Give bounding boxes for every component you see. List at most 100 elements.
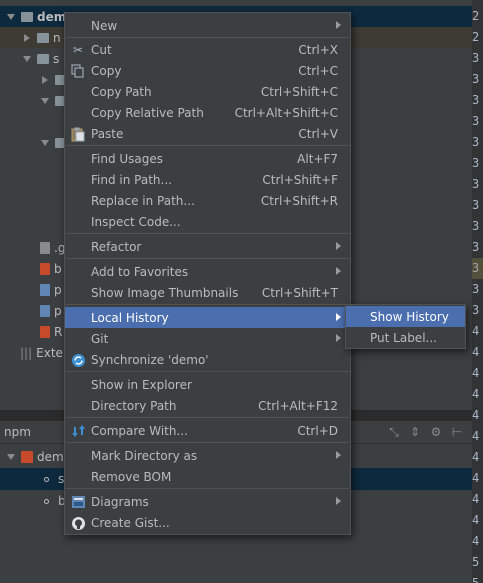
line-number: 3 bbox=[472, 51, 480, 65]
line-number: 5 bbox=[472, 576, 480, 583]
folder-icon bbox=[21, 11, 33, 22]
menu-item-shortcut: Ctrl+C bbox=[298, 63, 338, 78]
menu-item-label: Mark Directory as bbox=[91, 448, 198, 463]
menu-item-new[interactable]: New bbox=[65, 15, 350, 36]
menu-item-show-image-thumbnails[interactable]: Show Image Thumbnails Ctrl+Shift+T bbox=[65, 282, 350, 303]
collapse-arrow-icon[interactable] bbox=[22, 33, 32, 43]
submenu-arrow-icon bbox=[336, 313, 341, 321]
menu-separator bbox=[66, 258, 349, 259]
menu-item-inspect-code[interactable]: Inspect Code... bbox=[65, 211, 350, 232]
file-label: R bbox=[54, 324, 63, 339]
line-number: 4 bbox=[472, 429, 480, 443]
expand-arrow-icon[interactable] bbox=[6, 12, 16, 22]
npm-root-label: dem bbox=[37, 450, 64, 464]
submenu-arrow-icon bbox=[336, 21, 341, 29]
menu-item-label: Show in Explorer bbox=[91, 377, 192, 392]
menu-item-label: Create Gist... bbox=[91, 515, 170, 530]
menu-item-cut[interactable]: ✂ Cut Ctrl+X bbox=[65, 39, 350, 60]
menu-item-label: New bbox=[91, 18, 118, 33]
menu-item-label: Synchronize 'demo' bbox=[91, 352, 209, 367]
hide-icon[interactable]: ⊢ bbox=[450, 425, 464, 440]
expand-all-icon[interactable]: ⇕ bbox=[408, 425, 422, 440]
file-label: b bbox=[54, 261, 62, 276]
line-number: 3 bbox=[472, 93, 480, 107]
line-number: 4 bbox=[472, 408, 480, 422]
file-icon bbox=[40, 241, 50, 254]
line-number: 2 bbox=[472, 30, 480, 44]
local-history-submenu: Show History Put Label... bbox=[345, 304, 466, 349]
menu-separator bbox=[66, 442, 349, 443]
menu-item-show-in-explorer[interactable]: Show in Explorer bbox=[65, 374, 350, 395]
collapse-arrow-icon[interactable] bbox=[40, 75, 50, 85]
menu-item-copy[interactable]: Copy Ctrl+C bbox=[65, 60, 350, 81]
diagram-icon bbox=[70, 494, 86, 510]
menu-item-replace-in-path[interactable]: Replace in Path... Ctrl+Shift+R bbox=[65, 190, 350, 211]
context-menu: New ✂ Cut Ctrl+X Copy Ctrl+C Copy Path C… bbox=[64, 12, 351, 535]
menu-item-label: Find in Path... bbox=[91, 172, 172, 187]
tree-root-label: dem bbox=[37, 9, 67, 24]
menu-separator bbox=[66, 417, 349, 418]
menu-separator bbox=[66, 145, 349, 146]
line-number: 3 bbox=[472, 177, 480, 191]
line-number: 5 bbox=[472, 555, 480, 569]
menu-item-copy-path[interactable]: Copy Path Ctrl+Shift+C bbox=[65, 81, 350, 102]
file-icon bbox=[40, 325, 50, 338]
menu-separator bbox=[66, 304, 349, 305]
menu-item-git[interactable]: Git bbox=[65, 328, 350, 349]
menu-item-show-history[interactable]: Show History bbox=[346, 306, 465, 327]
tree-item-label: n bbox=[53, 30, 61, 45]
menu-item-refactor[interactable]: Refactor bbox=[65, 236, 350, 257]
menu-item-put-label[interactable]: Put Label... bbox=[346, 327, 465, 348]
expand-arrow-icon[interactable] bbox=[40, 96, 50, 106]
line-number: 3 bbox=[472, 72, 480, 86]
gear-icon[interactable]: ⚙ bbox=[429, 425, 443, 440]
json-file-icon bbox=[40, 304, 50, 317]
menu-item-label: Compare With... bbox=[91, 423, 188, 438]
menu-item-label: Copy Path bbox=[91, 84, 152, 99]
folder-icon bbox=[37, 32, 49, 43]
menu-item-label: Paste bbox=[91, 126, 124, 141]
editor-gutter: 2 2 3 3 3 3 3 3 3 3 3 3 3 3 3 4 4 4 4 4 4 4 4 4 4 4 5 5 bbox=[472, 0, 483, 583]
menu-item-label: Copy Relative Path bbox=[91, 105, 204, 120]
line-number: 4 bbox=[472, 366, 480, 380]
file-label: p bbox=[54, 282, 62, 297]
expand-arrow-icon[interactable] bbox=[6, 452, 16, 462]
menu-item-remove-bom[interactable]: Remove BOM bbox=[65, 466, 350, 487]
line-number: 4 bbox=[472, 324, 480, 338]
menu-item-shortcut: Ctrl+D bbox=[297, 423, 338, 438]
menu-item-synchronize[interactable]: Synchronize 'demo' bbox=[65, 349, 350, 370]
menu-item-find-usages[interactable]: Find Usages Alt+F7 bbox=[65, 148, 350, 169]
script-bullet-icon bbox=[44, 498, 49, 504]
menu-item-label: Cut bbox=[91, 42, 112, 57]
expand-arrow-icon[interactable] bbox=[22, 54, 32, 64]
menu-item-find-in-path[interactable]: Find in Path... Ctrl+Shift+F bbox=[65, 169, 350, 190]
menu-item-label: Find Usages bbox=[91, 151, 164, 166]
expand-arrow-icon[interactable] bbox=[40, 138, 50, 148]
tree-item-label: s bbox=[53, 51, 60, 66]
line-number: 3 bbox=[472, 303, 480, 317]
line-number: 4 bbox=[472, 471, 480, 485]
json-file-icon bbox=[40, 283, 50, 296]
menu-item-paste[interactable]: Paste Ctrl+V bbox=[65, 123, 350, 144]
npm-panel-title: npm bbox=[4, 425, 31, 439]
menu-item-directory-path[interactable]: Directory Path Ctrl+Alt+F12 bbox=[65, 395, 350, 416]
line-number: 4 bbox=[472, 534, 480, 548]
folder-icon bbox=[37, 53, 49, 64]
line-number: 4 bbox=[472, 450, 480, 464]
menu-item-create-gist[interactable]: Create Gist... bbox=[65, 512, 350, 533]
menu-item-diagrams[interactable]: Diagrams bbox=[65, 491, 350, 512]
menu-item-label: Show Image Thumbnails bbox=[91, 285, 239, 300]
menu-item-add-to-favorites[interactable]: Add to Favorites bbox=[65, 261, 350, 282]
collapse-all-icon[interactable]: ⤡ bbox=[387, 425, 401, 440]
github-icon bbox=[70, 515, 86, 531]
menu-item-shortcut: Ctrl+Alt+F12 bbox=[258, 398, 338, 413]
npm-package-icon bbox=[21, 451, 33, 463]
menu-item-mark-directory-as[interactable]: Mark Directory as bbox=[65, 445, 350, 466]
menu-item-label: Refactor bbox=[91, 239, 142, 254]
menu-item-shortcut: Ctrl+Shift+C bbox=[260, 84, 338, 99]
file-label: p bbox=[54, 303, 62, 318]
menu-item-compare-with[interactable]: Compare With... Ctrl+D bbox=[65, 420, 350, 441]
menu-item-copy-relative-path[interactable]: Copy Relative Path Ctrl+Alt+Shift+C bbox=[65, 102, 350, 123]
menu-item-label: Diagrams bbox=[91, 494, 149, 509]
menu-item-local-history[interactable]: Local History bbox=[65, 307, 350, 328]
